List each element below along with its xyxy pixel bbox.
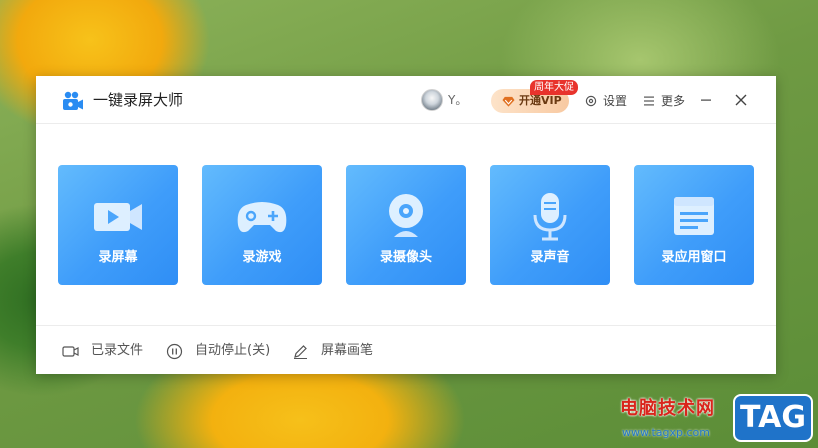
gear-icon xyxy=(585,95,597,107)
gamepad-icon xyxy=(237,202,287,233)
webcam-icon xyxy=(389,194,423,237)
more-button[interactable]: 更多 xyxy=(643,92,685,110)
user-name[interactable]: Y。 xyxy=(448,92,467,108)
menu-icon xyxy=(644,96,654,106)
avatar[interactable] xyxy=(421,89,443,111)
auto-stop-button[interactable]: 自动停止(关) xyxy=(166,341,270,361)
record-audio-card[interactable]: 录声音 xyxy=(490,165,610,285)
record-game-card[interactable]: 录游戏 xyxy=(202,165,322,285)
watermark-tag-logo: TAG xyxy=(733,394,813,442)
settings-button[interactable]: 设置 xyxy=(585,92,627,110)
record-app-window-card[interactable]: 录应用窗口 xyxy=(634,165,754,285)
card-label: 录声音 xyxy=(530,250,570,265)
app-title: 一键录屏大师 xyxy=(93,91,184,109)
pause-circle-icon xyxy=(166,343,183,359)
title-bar: 一键录屏大师 Y。 开通VIP 周年大促 设置 更多 xyxy=(36,76,776,124)
close-icon[interactable] xyxy=(733,92,749,108)
microphone-icon xyxy=(533,193,567,241)
card-label: 录摄像头 xyxy=(379,250,432,265)
watermark: 电脑技术网 www.tagxp.com TAG xyxy=(612,392,818,448)
screen-pen-button[interactable]: 屏幕画笔 xyxy=(292,341,373,361)
app-window: 一键录屏大师 Y。 开通VIP 周年大促 设置 更多 录屏幕 录游戏 录摄像头 … xyxy=(36,76,776,374)
watermark-url: www.tagxp.com xyxy=(622,426,710,439)
video-camera-icon xyxy=(63,91,83,110)
vip-label: 开通VIP xyxy=(519,94,562,107)
video-file-icon xyxy=(62,345,79,357)
video-camera-icon xyxy=(94,203,142,231)
recorded-files-label: 已录文件 xyxy=(91,343,144,358)
pen-icon xyxy=(294,344,307,359)
card-label: 录屏幕 xyxy=(98,250,138,265)
app-window-icon xyxy=(674,197,714,235)
more-label: 更多 xyxy=(661,94,686,108)
recorded-files-button[interactable]: 已录文件 xyxy=(62,341,143,361)
auto-stop-label: 自动停止(关) xyxy=(195,343,271,358)
promo-badge: 周年大促 xyxy=(530,80,578,95)
card-label: 录游戏 xyxy=(242,250,282,265)
footer-bar: 已录文件 自动停止(关) 屏幕画笔 xyxy=(36,325,776,374)
settings-label: 设置 xyxy=(603,94,628,108)
watermark-text: 电脑技术网 xyxy=(620,398,715,419)
minimize-icon[interactable] xyxy=(698,92,714,108)
screen-pen-label: 屏幕画笔 xyxy=(321,343,374,358)
record-webcam-card[interactable]: 录摄像头 xyxy=(346,165,466,285)
record-screen-card[interactable]: 录屏幕 xyxy=(58,165,178,285)
card-label: 录应用窗口 xyxy=(661,250,727,265)
diamond-icon xyxy=(502,96,515,107)
